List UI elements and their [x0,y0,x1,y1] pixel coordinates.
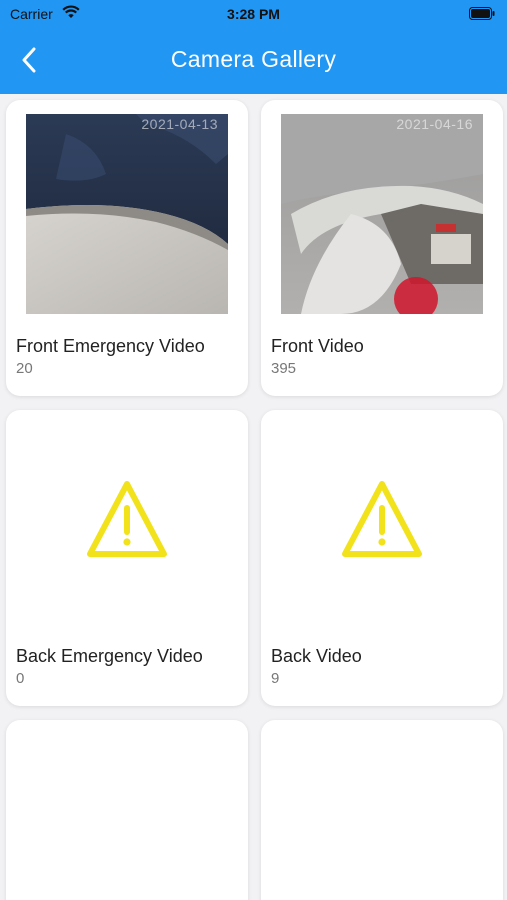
video-count: 20 [16,360,33,377]
folder-label: Front Emergency Video [16,336,205,356]
video-count: 0 [16,670,25,687]
gallery-card-placeholder[interactable] [261,720,503,900]
video-thumbnail: 2021-04-16 [281,114,483,314]
warning-icon [87,481,167,557]
thumbnail-image [281,114,483,314]
app-header: Carrier 3:28 PM Camera Gallery [0,0,507,94]
gallery-card-back[interactable]: Back Video 9 [261,410,503,706]
page-title: Camera Gallery [170,46,337,72]
battery-icon [469,7,495,20]
status-time: 3:28 PM [227,6,280,22]
folder-label: Back Emergency Video [16,646,203,666]
gallery-grid: 2021-04-13 Front Emergency Video 20 2021… [0,94,507,900]
gallery-card-back-emergency[interactable]: Back Emergency Video 0 [6,410,248,706]
thumbnail-date: 2021-04-13 [141,116,218,132]
gallery-card-front[interactable]: 2021-04-16 Front Video 395 [261,100,503,396]
thumbnail-image [26,114,228,314]
folder-label: Front Video [271,336,364,356]
thumbnail-date: 2021-04-16 [396,116,473,132]
video-thumbnail: 2021-04-13 [26,114,228,314]
status-bar: Carrier 3:28 PM [0,0,507,28]
folder-label: Back Video [271,646,362,666]
video-count: 395 [271,360,297,377]
warning-icon [342,481,422,557]
gallery-card-placeholder[interactable] [6,720,248,900]
gallery-card-front-emergency[interactable]: 2021-04-13 Front Emergency Video 20 [6,100,248,396]
video-count: 9 [271,670,280,687]
